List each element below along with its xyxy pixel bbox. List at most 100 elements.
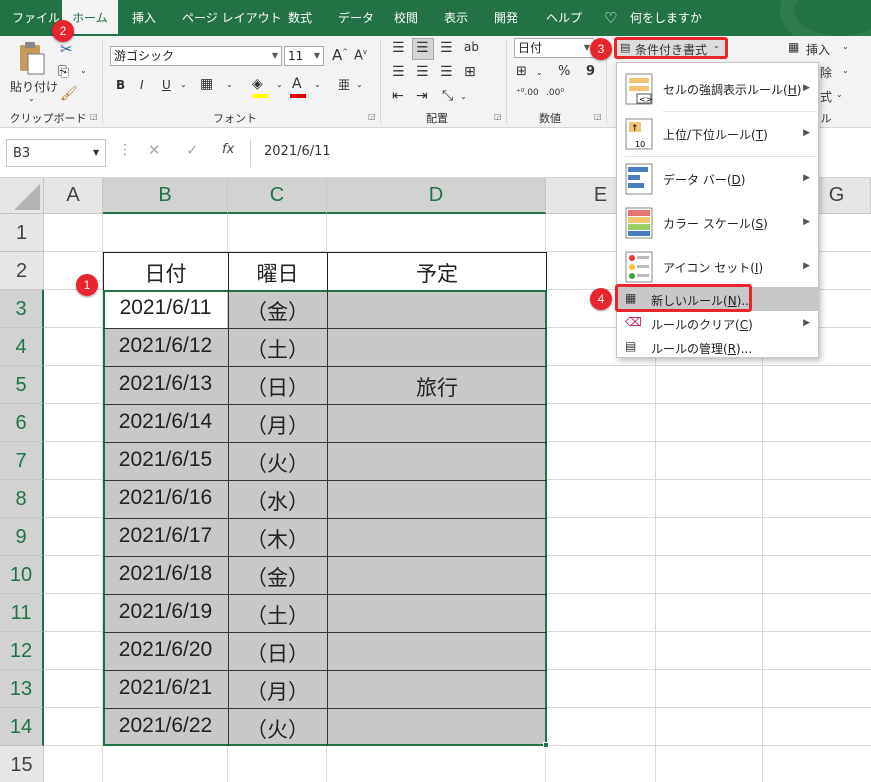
row-header-8[interactable]: 8 [0, 480, 44, 518]
column-header-d[interactable]: D [327, 178, 546, 214]
underline-dropdown-icon[interactable]: ⌄ [180, 80, 187, 89]
row-header-15[interactable]: 15 [0, 746, 44, 782]
cell-date[interactable]: 2021/6/17 [103, 524, 228, 548]
comma-style-button[interactable]: 9 [586, 64, 595, 79]
cell-weekday[interactable]: （金） [228, 296, 327, 326]
menu-item-top-bottom-rules[interactable]: ↑ 10 上位/下位ルール(T) ▶ [617, 112, 818, 156]
phonetic-icon[interactable]: 亜 [338, 76, 350, 93]
row-header-13[interactable]: 13 [0, 670, 44, 708]
enter-icon[interactable]: ✓ [186, 141, 199, 159]
cell-weekday[interactable]: （火） [228, 448, 327, 478]
align-right-icon[interactable]: ☰ [440, 64, 453, 80]
header-weekday[interactable]: 曜日 [228, 258, 327, 288]
name-box[interactable]: B3 ▼ [6, 139, 106, 167]
font-name-combo[interactable]: 游ゴシック ▼ [110, 46, 282, 66]
phonetic-dropdown-icon[interactable]: ⌄ [356, 80, 363, 89]
insert-function-button[interactable]: fx [222, 142, 234, 157]
tab-data[interactable]: データ [338, 0, 374, 36]
format-painter-icon[interactable]: 🖌 [60, 86, 78, 102]
paste-button[interactable]: 貼り付け [10, 78, 58, 95]
menu-item-highlight-rules[interactable]: <> セルの強調表示ルール(H) ▶ [617, 67, 818, 111]
conditional-formatting-button[interactable]: ▤ 条件付き書式 ⌄ [614, 37, 728, 59]
cell-weekday[interactable]: （月） [228, 676, 327, 706]
grow-font-icon[interactable]: A^ [332, 46, 348, 64]
alignment-launcher-icon[interactable]: ◲ [494, 112, 502, 121]
name-box-dropdown-icon[interactable]: ▼ [93, 148, 99, 157]
menu-item-data-bars[interactable]: データ バー(D) ▶ [617, 157, 818, 201]
row-header-3[interactable]: 3 [0, 290, 44, 328]
accounting-dropdown-icon[interactable]: ⌄ [536, 68, 543, 77]
header-plan[interactable]: 予定 [327, 258, 547, 288]
formula-input[interactable]: 2021/6/11 [264, 144, 331, 159]
row-header-4[interactable]: 4 [0, 328, 44, 366]
tab-developer[interactable]: 開発 [494, 0, 518, 36]
cell-date[interactable]: 2021/6/16 [103, 486, 228, 510]
bold-button[interactable]: B [116, 78, 125, 92]
tab-view[interactable]: 表示 [444, 0, 468, 36]
cell-weekday[interactable]: （日） [228, 372, 327, 402]
format-dropdown-icon[interactable]: ⌄ [836, 90, 843, 99]
cell-date[interactable]: 2021/6/13 [103, 372, 228, 396]
copy-icon[interactable]: ⎘ [58, 64, 69, 80]
decrease-decimal-icon[interactable]: .00⁰ [546, 88, 564, 98]
tab-formulas[interactable]: 数式 [288, 0, 312, 36]
font-launcher-icon[interactable]: ◲ [368, 112, 376, 121]
menu-item-icon-sets[interactable]: アイコン セット(I) ▶ [617, 245, 818, 289]
cell-date[interactable]: 2021/6/22 [103, 714, 228, 738]
cell-date[interactable]: 2021/6/18 [103, 562, 228, 586]
align-bottom-icon[interactable]: ☰ [440, 40, 453, 56]
header-date[interactable]: 日付 [103, 258, 228, 288]
column-header-b[interactable]: B [103, 178, 228, 214]
cell-date[interactable]: 2021/6/11 [103, 296, 228, 320]
cell-date[interactable]: 2021/6/14 [103, 410, 228, 434]
insert-cells-button[interactable]: 挿入 [806, 41, 830, 58]
scissors-icon[interactable]: ✂ [60, 40, 73, 58]
cell-date[interactable]: 2021/6/15 [103, 448, 228, 472]
align-top-icon[interactable]: ☰ [392, 40, 405, 56]
format-cells-button[interactable]: 式 [820, 88, 832, 105]
percent-button[interactable]: % [558, 64, 570, 79]
delete-dropdown-icon[interactable]: ⌄ [842, 66, 849, 75]
copy-dropdown-icon[interactable]: ⌄ [80, 66, 87, 75]
tab-help[interactable]: ヘルプ [546, 0, 582, 36]
cell-date[interactable]: 2021/6/20 [103, 638, 228, 662]
cell-weekday[interactable]: （月） [228, 410, 327, 440]
tab-review[interactable]: 校閲 [394, 0, 418, 36]
row-header-9[interactable]: 9 [0, 518, 44, 556]
tab-insert[interactable]: 挿入 [132, 0, 156, 36]
cancel-icon[interactable]: ✕ [148, 141, 161, 159]
paste-dropdown-icon[interactable]: ⌄ [28, 94, 35, 103]
select-all-corner[interactable] [0, 178, 44, 214]
paste-icon[interactable] [16, 42, 46, 76]
orientation-dropdown-icon[interactable]: ⌄ [460, 92, 467, 101]
cell-date[interactable]: 2021/6/21 [103, 676, 228, 700]
number-launcher-icon[interactable]: ◲ [594, 112, 602, 121]
row-header-14[interactable]: 14 [0, 708, 44, 746]
cell-weekday[interactable]: （土） [228, 334, 327, 364]
column-header-c[interactable]: C [228, 178, 327, 214]
row-header-5[interactable]: 5 [0, 366, 44, 404]
row-header-2[interactable]: 2 [0, 252, 44, 290]
increase-decimal-icon[interactable]: ⁺⁰.00 [516, 88, 539, 98]
insert-cells-icon[interactable]: ▦ [788, 40, 799, 54]
font-color-icon[interactable]: A [292, 76, 302, 92]
font-color-dropdown-icon[interactable]: ⌄ [314, 80, 321, 89]
row-header-10[interactable]: 10 [0, 556, 44, 594]
fill-dropdown-icon[interactable]: ⌄ [276, 80, 283, 89]
cell-weekday[interactable]: （火） [228, 714, 327, 744]
column-header-a[interactable]: A [44, 178, 103, 214]
cell-plan[interactable]: 旅行 [327, 372, 547, 402]
decrease-indent-icon[interactable]: ⇤ [392, 88, 404, 104]
fill-color-icon[interactable]: ◈ [252, 76, 263, 92]
tab-page-layout[interactable]: ページ レイアウト [182, 0, 282, 36]
align-left-icon[interactable]: ☰ [392, 64, 405, 80]
align-middle-icon[interactable]: ☰ [416, 40, 429, 56]
tell-me-search[interactable]: 何をしますか [630, 0, 702, 36]
cell-date[interactable]: 2021/6/12 [103, 334, 228, 358]
delete-cells-button[interactable]: 除 [820, 64, 832, 81]
cell-weekday[interactable]: （金） [228, 562, 327, 592]
row-header-11[interactable]: 11 [0, 594, 44, 632]
row-header-1[interactable]: 1 [0, 214, 44, 252]
menu-item-manage-rules[interactable]: ▤ ルールの管理(R)... [617, 335, 818, 359]
row-header-6[interactable]: 6 [0, 404, 44, 442]
